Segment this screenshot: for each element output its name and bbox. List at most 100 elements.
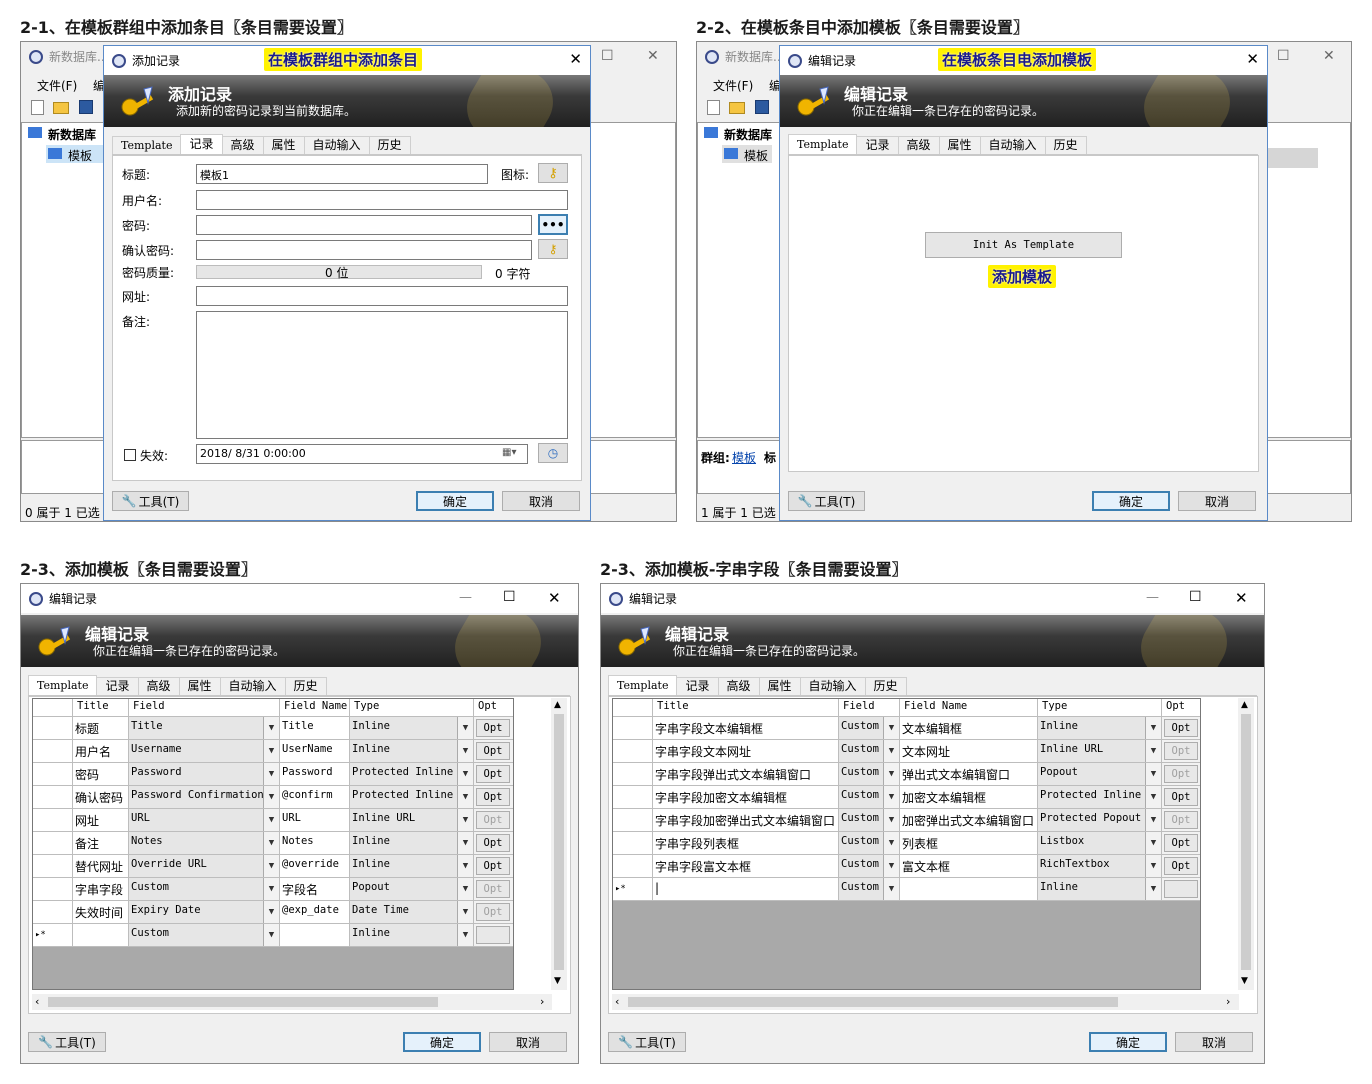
minimize-button[interactable]: — <box>459 590 472 605</box>
tab-advanced[interactable]: 高级 <box>221 136 264 154</box>
field-name-cell[interactable]: Title <box>280 717 350 740</box>
tab-properties[interactable]: 属性 <box>938 136 981 154</box>
tab-history[interactable]: 历史 <box>368 136 411 154</box>
table-row[interactable]: 字串字段富文本框 Custom ▼ 富文本框 RichTextbox ▼ Opt <box>613 855 1200 878</box>
opt-button[interactable]: Opt <box>1164 834 1198 852</box>
chevron-down-icon[interactable]: ▼ <box>883 786 899 808</box>
type-select[interactable]: Inline ▼ <box>350 855 474 878</box>
type-select[interactable]: Inline ▼ <box>350 740 474 763</box>
close-button[interactable]: ✕ <box>548 589 561 607</box>
field-select[interactable]: Title ▼ <box>129 717 280 740</box>
tab-properties[interactable]: 属性 <box>262 136 305 154</box>
tab-record[interactable]: 记录 <box>96 677 139 695</box>
scroll-right-icon[interactable]: › <box>1226 995 1230 1008</box>
field-select[interactable]: Custom ▼ <box>129 924 280 947</box>
opt-button[interactable]: Opt <box>1164 857 1198 875</box>
opt-button[interactable]: Opt <box>476 903 510 921</box>
chevron-down-icon[interactable]: ▼ <box>263 832 279 854</box>
chevron-down-icon[interactable]: ▼ <box>883 717 899 739</box>
title-cell[interactable]: 字串字段列表框 <box>653 832 839 855</box>
field-name-cell[interactable]: 列表框 <box>900 832 1038 855</box>
chevron-down-icon[interactable]: ▼ <box>457 901 473 923</box>
table-row[interactable]: 字串字段文本网址 Custom ▼ 文本网址 Inline URL ▼ Opt <box>613 740 1200 763</box>
type-select[interactable]: Date Time ▼ <box>350 901 474 924</box>
tab-advanced[interactable]: 高级 <box>897 136 940 154</box>
maximize-button[interactable]: ☐ <box>601 48 614 64</box>
opt-button[interactable]: Opt <box>1164 719 1198 737</box>
menu-file[interactable]: 文件(F) <box>37 77 77 94</box>
table-row[interactable]: 字串字段加密文本编辑框 Custom ▼ 加密文本编辑框 Protected Inlin… <box>613 786 1200 809</box>
cancel-button[interactable]: 取消 <box>502 491 580 511</box>
opt-button[interactable]: Opt <box>476 857 510 875</box>
table-row[interactable]: 字串字段文本编辑框 Custom ▼ 文本编辑框 Inline ▼ Opt <box>613 717 1200 740</box>
scroll-thumb[interactable] <box>1241 714 1251 970</box>
field-name-cell[interactable]: Notes <box>280 832 350 855</box>
chevron-down-icon[interactable]: ▼ <box>1145 832 1161 854</box>
ok-button[interactable]: 确定 <box>403 1032 481 1052</box>
tab-template[interactable]: Template <box>28 675 98 695</box>
chevron-down-icon[interactable]: ▼ <box>883 740 899 762</box>
type-select[interactable]: Popout ▼ <box>350 878 474 901</box>
field-select[interactable]: Username ▼ <box>129 740 280 763</box>
chevron-down-icon[interactable]: ▼ <box>457 763 473 785</box>
type-select[interactable]: Protected Inline ▼ <box>350 763 474 786</box>
chevron-down-icon[interactable]: ▼ <box>1145 855 1161 877</box>
field-select[interactable]: Notes ▼ <box>129 832 280 855</box>
table-row[interactable]: 失效时间 Expiry Date ▼ @exp_date Date Time ▼ Opt <box>33 901 513 924</box>
ok-button[interactable]: 确定 <box>1092 491 1170 511</box>
chevron-down-icon[interactable]: ▼ <box>1145 878 1161 900</box>
tools-button[interactable]: 🔧 工具(T) <box>112 491 189 511</box>
field-name-cell[interactable] <box>280 924 350 947</box>
field-name-cell[interactable]: 加密文本编辑框 <box>900 786 1038 809</box>
vertical-scrollbar[interactable]: ▲ ▼ <box>1238 698 1254 990</box>
chevron-down-icon[interactable]: ▼ <box>263 786 279 808</box>
scroll-up-icon[interactable]: ▲ <box>554 700 561 710</box>
table-row[interactable]: ▸* Custom ▼ Inline ▼ <box>33 924 513 947</box>
expires-checkbox[interactable] <box>124 449 136 461</box>
title-cell[interactable]: 备注 <box>73 832 129 855</box>
field-name-cell[interactable]: 富文本框 <box>900 855 1038 878</box>
field-name-cell[interactable] <box>900 878 1038 901</box>
field-name-cell[interactable]: @override <box>280 855 350 878</box>
opt-button[interactable]: Opt <box>476 811 510 829</box>
field-select[interactable]: Override URL ▼ <box>129 855 280 878</box>
tab-record[interactable]: 记录 <box>856 136 899 154</box>
field-select[interactable]: Custom ▼ <box>839 809 900 832</box>
init-as-template-button[interactable]: Init As Template <box>925 232 1122 258</box>
title-cell[interactable]: 字串字段加密文本编辑框 <box>653 786 839 809</box>
tree-root[interactable]: 新数据库 <box>48 126 96 143</box>
ok-button[interactable]: 确定 <box>416 491 494 511</box>
table-row[interactable]: 字串字段加密弹出式文本编辑窗口 Custom ▼ 加密弹出式文本编辑窗口 Protect… <box>613 809 1200 832</box>
tree-child[interactable]: 模板 <box>744 147 768 164</box>
title-cell[interactable]: 字串字段 <box>73 878 129 901</box>
chevron-down-icon[interactable]: ▼ <box>457 832 473 854</box>
table-row[interactable]: 备注 Notes ▼ Notes Inline ▼ Opt <box>33 832 513 855</box>
chevron-down-icon[interactable]: ▼ <box>883 878 899 900</box>
close-button[interactable]: ✕ <box>569 50 582 68</box>
calendar-icon[interactable]: ▦▾ <box>502 447 516 458</box>
field-select[interactable]: Custom ▼ <box>839 878 900 901</box>
generate-password-button[interactable]: ⚷ <box>538 239 568 259</box>
maximize-button[interactable]: ☐ <box>1277 48 1290 64</box>
confirm-password-field[interactable] <box>196 240 532 260</box>
title-cell[interactable] <box>73 924 129 947</box>
type-select[interactable]: RichTextbox ▼ <box>1038 855 1162 878</box>
menu-file[interactable]: 文件(F) <box>713 77 753 94</box>
tab-autotype[interactable]: 自动输入 <box>799 677 866 695</box>
tab-properties[interactable]: 属性 <box>178 677 221 695</box>
tab-record[interactable]: 记录 <box>180 134 223 154</box>
tab-record[interactable]: 记录 <box>676 677 719 695</box>
field-select[interactable]: Password Confirmation ▼ <box>129 786 280 809</box>
tools-button[interactable]: 🔧 工具(T) <box>608 1032 686 1052</box>
type-select[interactable]: Inline URL ▼ <box>1038 740 1162 763</box>
type-select[interactable]: Protected Popout ▼ <box>1038 809 1162 832</box>
expiry-preset-button[interactable]: ◷ <box>538 443 568 463</box>
icon-picker-button[interactable]: ⚷ <box>538 163 568 183</box>
group-link[interactable]: 模板 <box>732 449 756 466</box>
chevron-down-icon[interactable]: ▼ <box>263 763 279 785</box>
close-button[interactable]: ✕ <box>1235 589 1248 607</box>
table-row[interactable]: 字串字段 Custom ▼ 字段名 Popout ▼ Opt <box>33 878 513 901</box>
tab-template[interactable]: Template <box>608 675 678 695</box>
chevron-down-icon[interactable]: ▼ <box>457 740 473 762</box>
tab-template[interactable]: Template <box>112 136 182 154</box>
